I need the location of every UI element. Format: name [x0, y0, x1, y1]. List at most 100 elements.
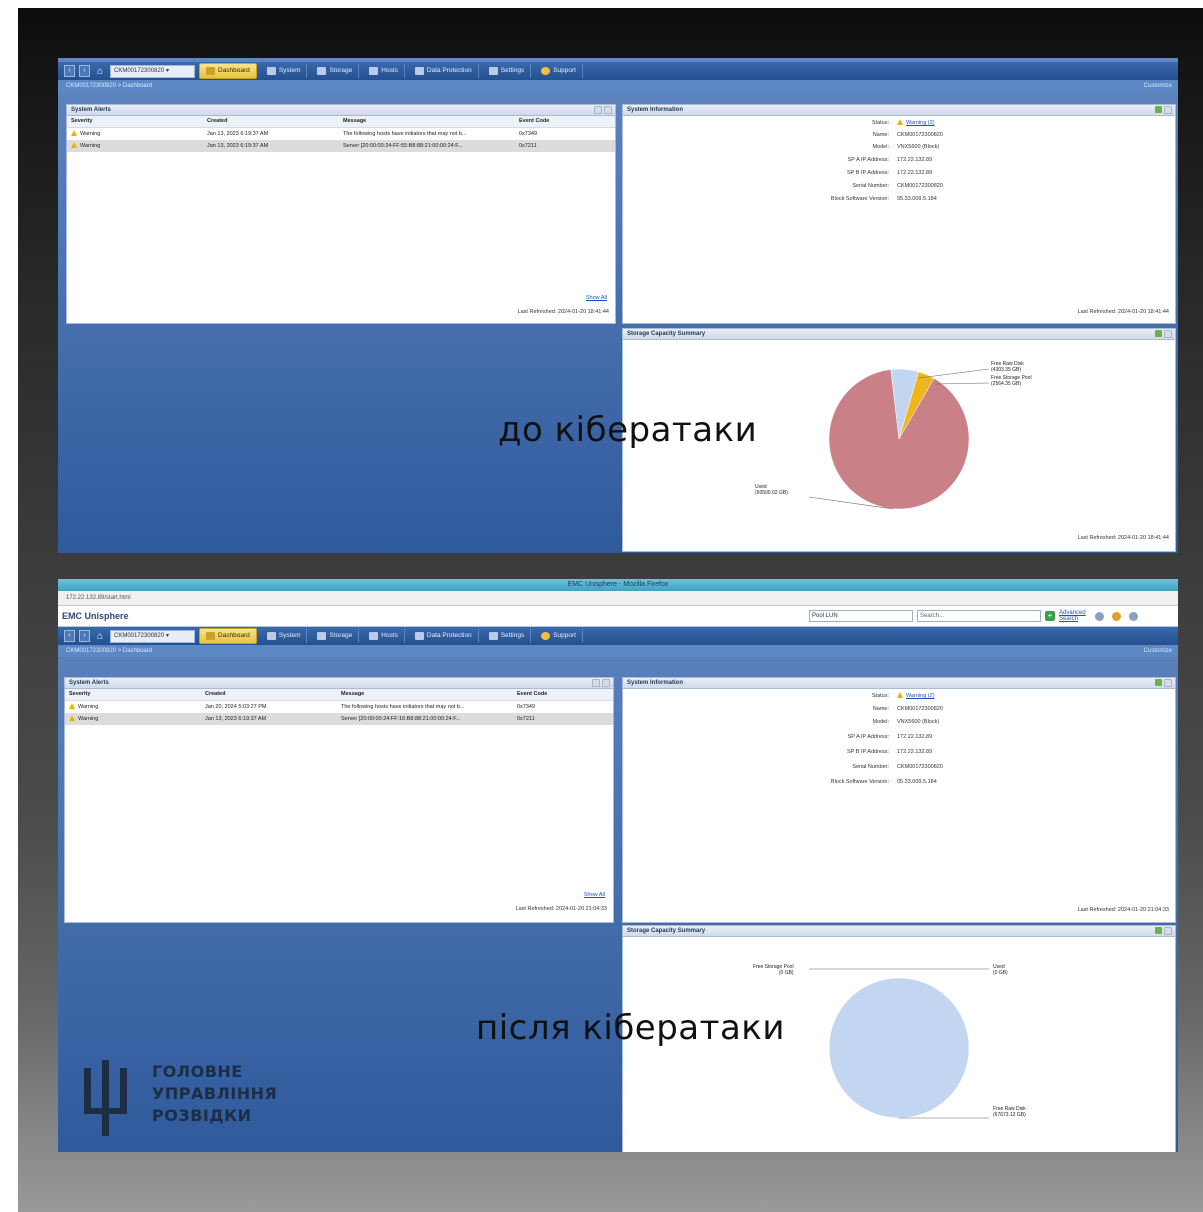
field-label: SP A IP Address:	[847, 734, 889, 740]
tab-storage[interactable]: Storage	[311, 64, 360, 78]
back-arrow-icon[interactable]: ‹	[64, 65, 75, 77]
breadcrumb-text[interactable]: CKM00172300820 > Dashboard	[66, 83, 152, 89]
table-row[interactable]: Warning Jan 20, 2024 5:03:27 PM The foll…	[65, 701, 613, 713]
warning-icon	[69, 715, 75, 721]
address-text: 172.22.132.89/start.html	[66, 595, 131, 601]
settings-icon[interactable]	[1129, 611, 1138, 621]
home-icon[interactable]: ⌂	[94, 631, 106, 642]
refresh-icon[interactable]	[1155, 106, 1162, 113]
label-value: (4303.35 GB)	[991, 367, 1022, 373]
free-raw-label: Free Raw Disk (4303.35 GB)	[991, 361, 1024, 373]
severity-cell: Warning	[69, 701, 205, 713]
close-icon[interactable]	[1164, 927, 1172, 935]
panel-tools	[1155, 679, 1172, 687]
panel-tools	[1155, 927, 1172, 935]
tab-settings[interactable]: Settings	[483, 64, 532, 78]
tab-data-protection[interactable]: Data Protection	[409, 64, 479, 78]
refresh-icon[interactable]	[1155, 330, 1162, 337]
tab-hosts[interactable]: Hosts	[363, 629, 405, 643]
refresh-icon[interactable]	[1155, 927, 1162, 934]
close-icon[interactable]	[602, 679, 610, 687]
event-code-cell: 0x7349	[519, 131, 538, 137]
field-value: VNX5600 (Block)	[897, 719, 940, 725]
tab-label: Data Protection	[426, 67, 472, 74]
restore-icon[interactable]	[592, 679, 600, 687]
column-header[interactable]: Severity	[71, 116, 207, 127]
tab-dashboard[interactable]: Dashboard	[199, 63, 257, 79]
breadcrumb-text[interactable]: CKM00172300820 > Dashboard	[66, 648, 152, 654]
panel-tools	[592, 679, 610, 687]
trident-logo-icon	[84, 1060, 127, 1136]
table-row[interactable]: Warning Jan 13, 2023 6:19:37 AM Server […	[65, 713, 613, 725]
support-icon	[541, 67, 551, 75]
search-filter-value: Pool LUN	[812, 613, 838, 619]
tab-storage[interactable]: Storage	[311, 629, 360, 643]
column-header[interactable]: Message	[341, 689, 517, 700]
help-icon[interactable]	[1095, 611, 1104, 621]
tab-hosts[interactable]: Hosts	[363, 64, 405, 78]
alert-icon[interactable]	[1112, 611, 1121, 621]
label-value: (60500.02 GB)	[755, 490, 788, 496]
system-select[interactable]: CKM00172300820 ▾	[110, 64, 195, 78]
panel-tools	[594, 106, 612, 114]
alerts-table-header: Severity Created Message Event Code	[65, 689, 613, 701]
show-all-link[interactable]: Show All	[586, 295, 607, 301]
model-row: Model: VNX5600 (Block)	[623, 141, 1175, 153]
tab-support[interactable]: Support	[535, 64, 583, 78]
close-icon[interactable]	[1164, 330, 1172, 338]
forward-arrow-icon[interactable]: ›	[79, 630, 90, 642]
alerts-table-header: Severity Created Message Event Code	[67, 116, 615, 128]
close-icon[interactable]	[1164, 106, 1172, 114]
tab-label: Support	[553, 67, 576, 74]
tab-data-protection[interactable]: Data Protection	[409, 629, 479, 643]
close-icon[interactable]	[604, 106, 612, 114]
field-label: SP B IP Address:	[847, 749, 889, 755]
serial-row: Serial Number: CKM00172300820	[623, 180, 1175, 192]
gur-logo: ГОЛОВНЕ УПРАВЛІННЯ РОЗВІДКИ	[78, 1060, 328, 1140]
tab-label: Settings	[500, 632, 525, 639]
column-header[interactable]: Message	[343, 116, 519, 127]
panel-header: System Alerts	[65, 678, 613, 689]
column-header[interactable]: Severity	[69, 689, 205, 700]
advanced-search-link[interactable]: Advanced Search	[1059, 610, 1087, 622]
tab-system[interactable]: System	[261, 64, 308, 78]
logo-line-1: ГОЛОВНЕ	[152, 1062, 243, 1081]
close-icon[interactable]	[1164, 679, 1172, 687]
tab-settings[interactable]: Settings	[483, 629, 532, 643]
tab-system[interactable]: System	[261, 629, 308, 643]
home-icon[interactable]: ⌂	[94, 66, 106, 77]
hosts-icon	[369, 632, 379, 640]
column-header[interactable]: Created	[205, 689, 341, 700]
field-value[interactable]: Warning (2)	[897, 117, 935, 129]
table-row[interactable]: Warning Jan 13, 2023 6:19:37 AM Server […	[67, 140, 615, 152]
tab-dashboard[interactable]: Dashboard	[199, 628, 257, 644]
panel-header: System Alerts	[67, 105, 615, 116]
search-input[interactable]: Search...	[917, 610, 1041, 622]
used-label: Used (60500.02 GB)	[755, 484, 788, 496]
column-header[interactable]: Event Code	[519, 116, 615, 127]
app-header: EMC Unisphere Pool LUN Search... + Advan…	[58, 606, 1178, 627]
back-arrow-icon[interactable]: ‹	[64, 630, 75, 642]
restore-icon[interactable]	[594, 106, 602, 114]
search-area: Pool LUN Search... + Advanced Search	[809, 610, 1138, 622]
tab-support[interactable]: Support	[535, 629, 583, 643]
customize-link[interactable]: Customize	[1144, 645, 1172, 657]
refresh-icon[interactable]	[1155, 679, 1162, 686]
customize-link[interactable]: Customize	[1144, 80, 1172, 92]
show-all-link[interactable]: Show All	[584, 892, 605, 898]
tab-label: Settings	[500, 67, 525, 74]
forward-arrow-icon[interactable]: ›	[79, 65, 90, 77]
field-value[interactable]: Warning (2)	[897, 690, 935, 702]
system-select[interactable]: CKM00172300820 ▾	[110, 629, 195, 643]
last-refreshed: Last Refreshed: 2024-01-20 18:41:44	[517, 309, 609, 315]
table-row[interactable]: Warning Jan 13, 2023 6:19:37 AM The foll…	[67, 128, 615, 140]
software-version-row: Block Software Version: 05.33.009.5.184	[623, 193, 1175, 205]
column-header[interactable]: Event Code	[517, 689, 613, 700]
search-filter-select[interactable]: Pool LUN	[809, 610, 913, 622]
search-placeholder: Search...	[920, 613, 945, 619]
search-go-button[interactable]: +	[1045, 611, 1055, 621]
field-label: Name:	[872, 706, 889, 712]
label-value: (67673.12 GB)	[993, 1112, 1026, 1118]
address-bar[interactable]: 172.22.132.89/start.html	[58, 591, 1178, 606]
column-header[interactable]: Created	[207, 116, 343, 127]
